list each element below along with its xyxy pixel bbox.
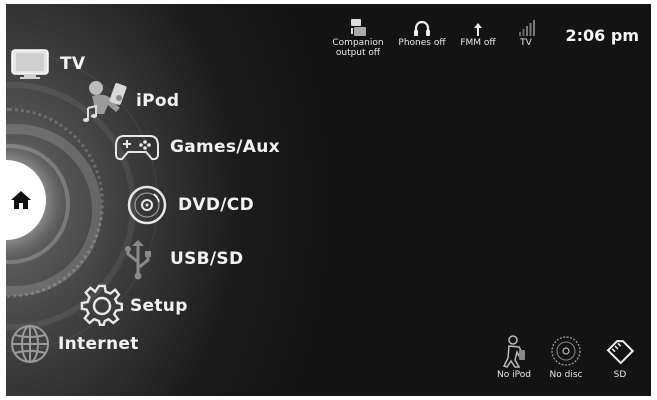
companion-output-label: Companion output off (332, 38, 384, 58)
gamepad-icon (115, 135, 159, 161)
menu-label-setup: Setup (130, 296, 188, 316)
status-fmm: FMM off (458, 18, 498, 48)
media-status-disc: No disc (544, 334, 588, 380)
menu-item-dvd-cd[interactable]: DVD/CD (126, 184, 254, 226)
disc-icon (127, 185, 167, 225)
menu-label-internet: Internet (58, 334, 139, 354)
menu-label-ipod: iPod (136, 91, 180, 111)
home-icon[interactable] (10, 190, 32, 210)
arrow-up-icon (474, 23, 482, 36)
tv-icon (11, 49, 49, 79)
clock: 2:06 pm (565, 26, 640, 45)
headphones-icon (414, 20, 430, 36)
media-status-sd: SD (602, 334, 638, 380)
menu-item-usb-sd[interactable]: USB/SD (120, 238, 243, 280)
ipod-music-icon (83, 81, 127, 122)
sd-label: SD (613, 370, 627, 380)
status-companion-output: Companion output off (326, 18, 390, 58)
ipod-person-icon (502, 335, 525, 368)
fmm-label: FMM off (460, 38, 496, 48)
no-disc-label: No disc (549, 370, 583, 380)
usb-icon (125, 240, 151, 280)
menu-label-usb-sd: USB/SD (170, 249, 244, 269)
menu-label-tv: TV (60, 54, 86, 74)
menu-item-games-aux[interactable]: Games/Aux (114, 132, 280, 162)
tv-signal-label: TV (520, 38, 532, 48)
menu-item-ipod[interactable]: iPod (82, 78, 179, 124)
status-tv-signal: TV (511, 18, 541, 48)
signal-strength-icon (519, 20, 535, 36)
menu-label-dvd-cd: DVD/CD (178, 195, 254, 215)
no-ipod-label: No iPod (497, 370, 531, 380)
phones-label: Phones off (398, 38, 446, 48)
home-screen: TV iPod Games/Aux DVD/CD USB/SD Setup In… (6, 4, 651, 396)
companion-output-icon (351, 19, 366, 36)
sd-card-icon (606, 340, 635, 365)
status-phones: Phones off (396, 18, 448, 48)
menu-label-games-aux: Games/Aux (170, 137, 280, 157)
media-status-ipod: No iPod (492, 334, 536, 380)
menu-item-internet[interactable]: Internet (8, 322, 139, 366)
disc-icon (551, 336, 581, 366)
menu-item-tv[interactable]: TV (10, 48, 85, 80)
globe-icon (11, 325, 49, 363)
